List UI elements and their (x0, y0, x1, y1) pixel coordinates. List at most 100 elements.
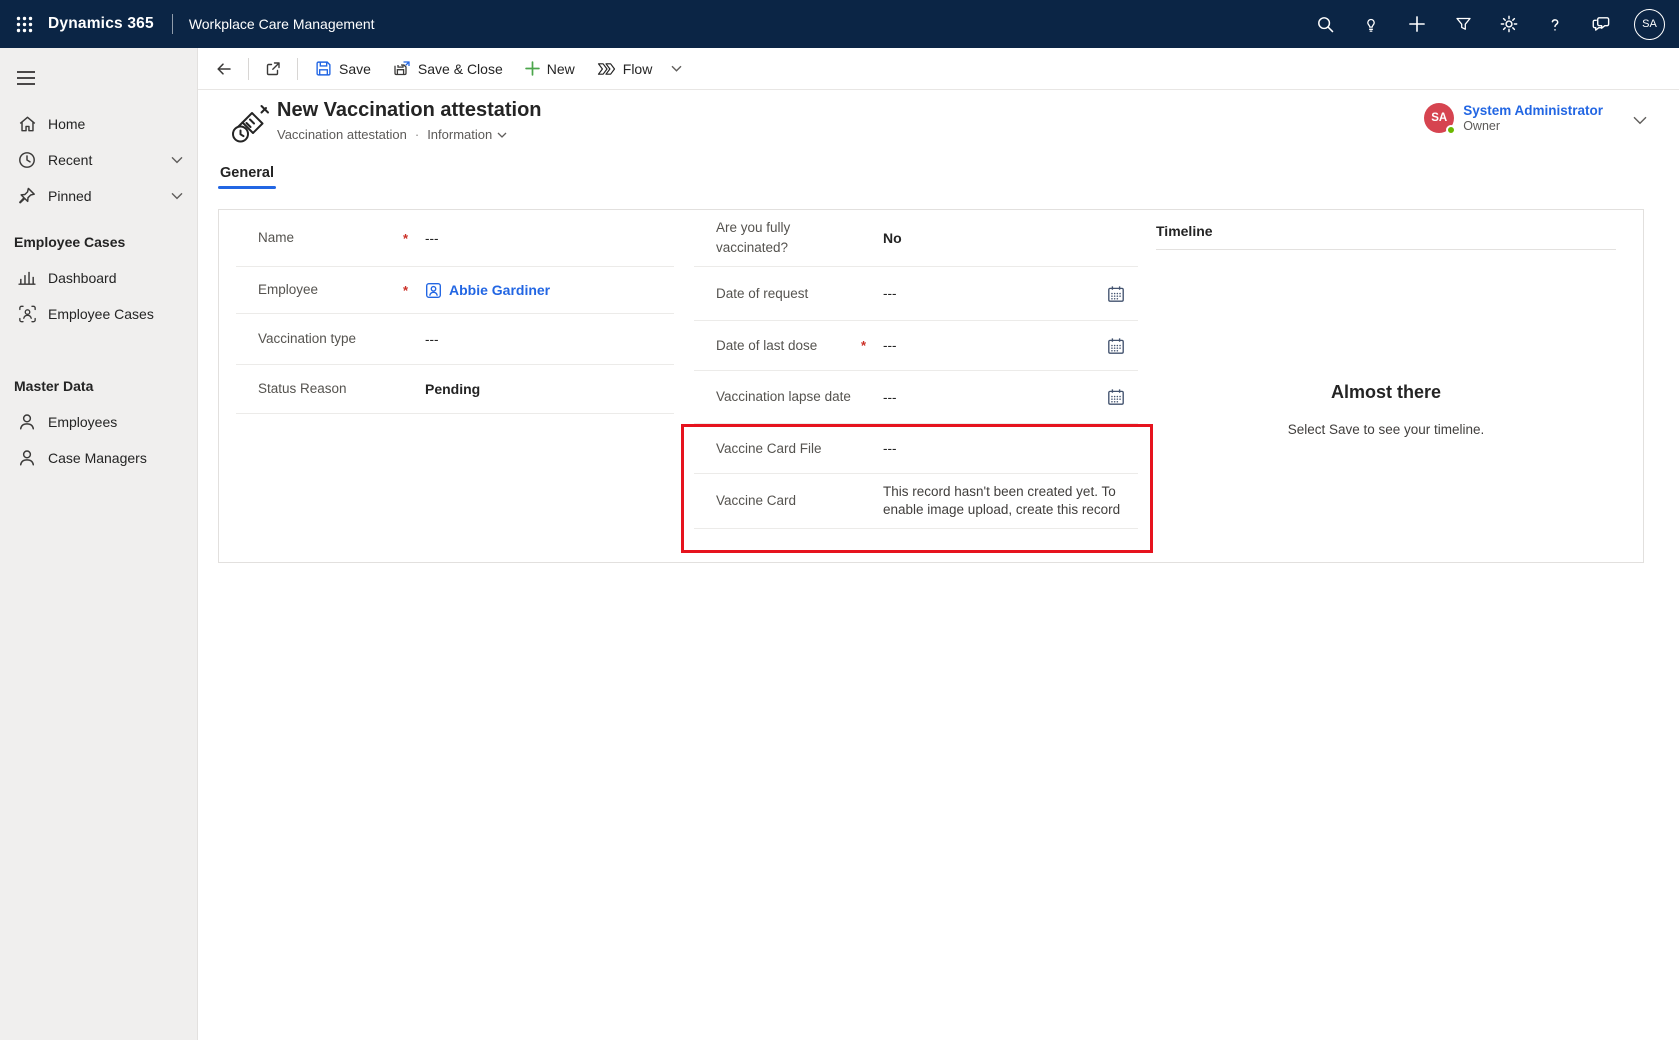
home-icon (17, 114, 37, 134)
chevron-down-icon[interactable] (171, 156, 183, 164)
account-avatar[interactable]: SA (1634, 9, 1665, 40)
calendar-picker-button[interactable] (1108, 285, 1138, 303)
sidebar-item-case-managers[interactable]: Case Managers (0, 440, 197, 476)
sidebar-item-home[interactable]: Home (0, 106, 197, 142)
field-value-vaccine-card-file[interactable]: --- (883, 441, 1138, 456)
timeline-title: Timeline (1156, 210, 1616, 239)
popout-icon (265, 61, 281, 77)
field-label-date-of-last-dose: Date of last dose (716, 336, 861, 356)
timeline-empty-heading: Almost there (1156, 382, 1616, 403)
form-column-middle: Are you fully vaccinated? No Date of req… (694, 210, 1138, 529)
field-row-employee: Employee * Abbie Gardiner (236, 267, 674, 314)
sidebar-sections: Employee Cases Dashboard Employee Cases … (0, 234, 197, 476)
field-value-employee: Abbie Gardiner (425, 282, 674, 299)
quick-create-button[interactable] (1394, 0, 1440, 48)
record-subtitle: Vaccination attestation · Information (277, 127, 542, 142)
flow-button[interactable]: Flow (586, 52, 664, 86)
entity-name: Vaccination attestation (277, 127, 407, 142)
app-launcher-button[interactable] (0, 0, 48, 48)
dynamics365-window: Dynamics 365 Workplace Care Management S… (0, 0, 1679, 1040)
field-label-date-of-request: Date of request (716, 284, 861, 304)
lightbulb-button[interactable] (1348, 0, 1394, 48)
settings-icon (1500, 15, 1518, 33)
form-selector[interactable]: Information (427, 127, 507, 142)
save-close-icon (393, 60, 411, 77)
sidebar-item-recent[interactable]: Recent (0, 142, 197, 178)
timeline-divider (1156, 249, 1616, 250)
app-name[interactable]: Workplace Care Management (189, 16, 375, 32)
field-row-vaccination-lapse-date: Vaccination lapse date --- (694, 371, 1138, 424)
field-label-vaccination-type: Vaccination type (258, 329, 403, 349)
field-value-status-reason[interactable]: Pending (425, 381, 674, 397)
lookup-link-abbie-gardiner[interactable]: Abbie Gardiner (425, 282, 674, 299)
sidebar-item-employees[interactable]: Employees (0, 404, 197, 440)
owner-field[interactable]: SA System Administrator Owner (1424, 103, 1603, 133)
settings-button[interactable] (1486, 0, 1532, 48)
field-value-name[interactable]: --- (425, 231, 674, 246)
collapse-sitemap-button[interactable] (4, 58, 48, 98)
tab-general[interactable]: General (218, 163, 276, 191)
required-indicator: * (403, 283, 425, 298)
arrow-left-icon (216, 61, 232, 77)
new-button[interactable]: New (514, 52, 586, 86)
header-expand-chevron[interactable] (1633, 116, 1647, 125)
topbar-actions: SA (1302, 0, 1679, 48)
filter-icon (1455, 16, 1472, 32)
hamburger-icon (17, 71, 35, 85)
calendar-icon (1107, 388, 1125, 406)
quick-create-icon (1409, 16, 1425, 32)
help-button[interactable] (1532, 0, 1578, 48)
presence-available-dot (1446, 125, 1456, 135)
vaccination-attestation-entity-icon (228, 104, 270, 146)
field-value-date-of-request[interactable]: --- (883, 286, 1108, 301)
sidebar-item-pinned[interactable]: Pinned (0, 178, 197, 214)
record-title-block: New Vaccination attestation Vaccination … (277, 99, 542, 142)
field-row-are-you-fully-vaccinated: Are you fully vaccinated? No (694, 210, 1138, 267)
form-tabs: General (198, 163, 1679, 199)
feedback-button[interactable] (1578, 0, 1624, 48)
filter-button[interactable] (1440, 0, 1486, 48)
required-indicator: * (403, 231, 425, 246)
calendar-picker-button[interactable] (1108, 388, 1138, 406)
pin-icon (17, 186, 37, 206)
command-separator (297, 58, 298, 80)
dashboard-icon (17, 268, 37, 288)
contact-card-icon (425, 282, 442, 299)
save-and-close-button[interactable]: Save & Close (382, 52, 514, 86)
field-label-are-you-fully-vaccinated: Are you fully vaccinated? (716, 218, 861, 257)
owner-role-label: Owner (1463, 119, 1603, 133)
field-value-are-you-fully-vaccinated[interactable]: No (883, 230, 1138, 246)
site-map-sidebar: Home Recent Pinned Employee Cases Dashbo… (0, 48, 198, 1040)
sidebar-item-employee-cases[interactable]: Employee Cases (0, 296, 197, 332)
back-button[interactable] (206, 52, 242, 86)
field-label-status-reason: Status Reason (258, 379, 403, 399)
save-icon (315, 60, 332, 77)
owner-avatar: SA (1424, 103, 1454, 133)
field-label-employee: Employee (258, 280, 403, 300)
owner-name-link[interactable]: System Administrator (1463, 103, 1603, 118)
calendar-picker-button[interactable] (1108, 337, 1138, 355)
feedback-icon (1592, 16, 1610, 33)
field-label-name: Name (258, 228, 403, 248)
sidebar-item-dashboard[interactable]: Dashboard (0, 260, 197, 296)
person-icon (17, 448, 37, 468)
field-value-vaccine-card: This record hasn't been created yet. To … (883, 483, 1138, 519)
field-row-vaccination-type: Vaccination type --- (236, 314, 674, 365)
save-button[interactable]: Save (304, 52, 382, 86)
field-row-vaccine-card: Vaccine Card This record hasn't been cre… (694, 474, 1138, 529)
product-name[interactable]: Dynamics 365 (48, 15, 154, 33)
sidebar-top-list: Home Recent Pinned (0, 106, 197, 214)
field-row-date-of-request: Date of request --- (694, 267, 1138, 321)
field-value-vaccination-type[interactable]: --- (425, 332, 674, 347)
main-content: Save Save & Close New Flow (198, 48, 1679, 1040)
open-in-new-window-button[interactable] (255, 52, 291, 86)
sidebar-group-master-data: Master Data (0, 378, 197, 394)
chevron-down-icon[interactable] (171, 192, 183, 200)
search-button[interactable] (1302, 0, 1348, 48)
field-value-vaccination-lapse-date[interactable]: --- (883, 390, 1108, 405)
required-indicator: * (861, 338, 883, 353)
field-value-date-of-last-dose[interactable]: --- (883, 338, 1108, 353)
field-row-name: Name * --- (236, 210, 674, 267)
timeline-section: Timeline Almost there Select Save to see… (1156, 210, 1616, 562)
flow-dropdown-chevron[interactable] (663, 65, 690, 72)
